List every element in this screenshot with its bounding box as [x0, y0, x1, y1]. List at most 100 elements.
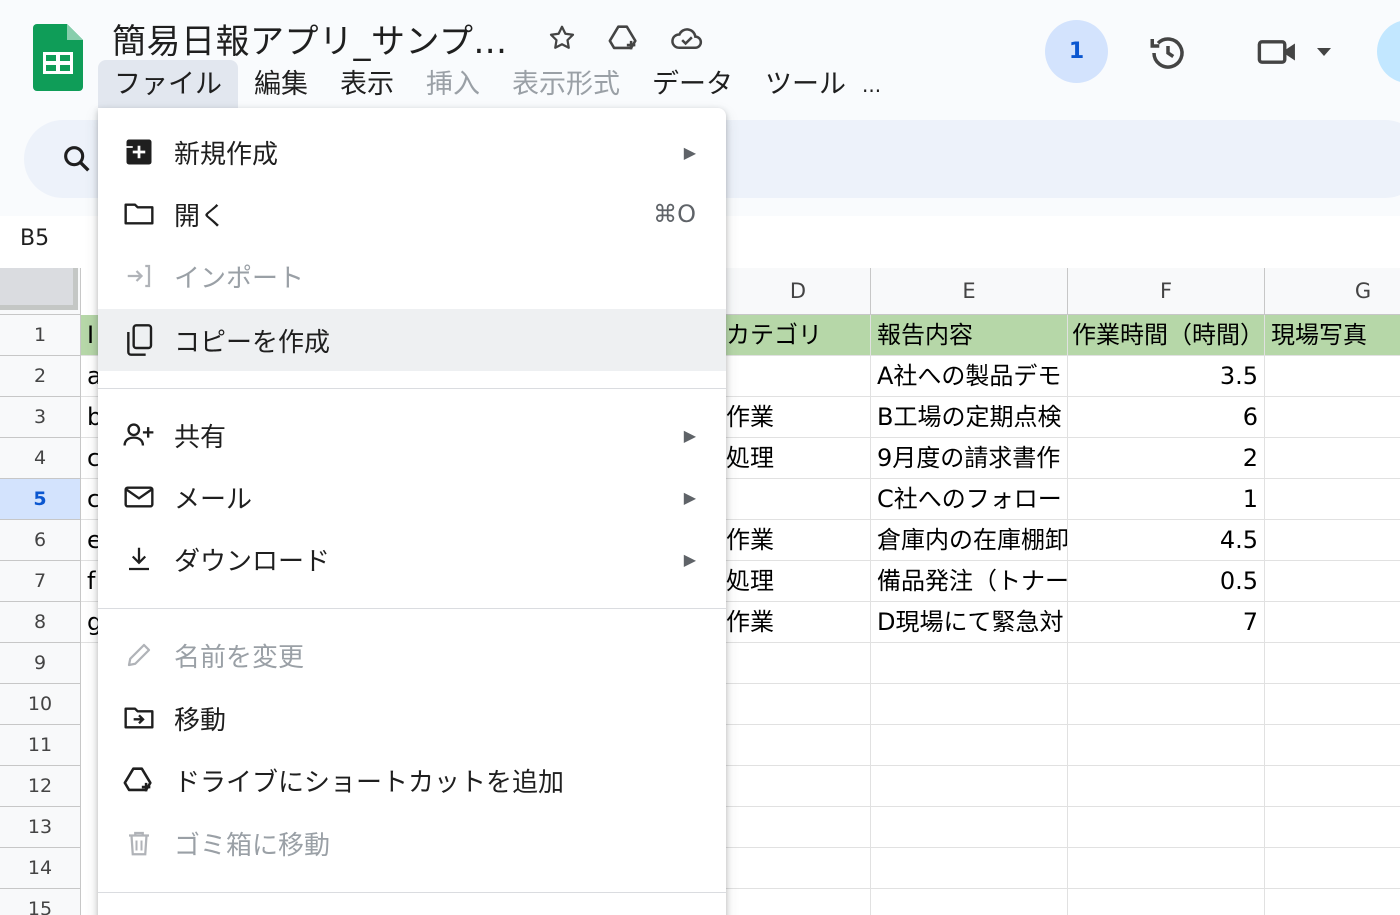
empty-cell[interactable] [871, 766, 1068, 807]
share-button[interactable] [1377, 20, 1400, 83]
row-header[interactable]: 2 [0, 356, 81, 397]
menu-view[interactable]: 表示 [324, 60, 410, 110]
row-header[interactable]: 12 [0, 766, 81, 807]
row-header[interactable]: 1 [0, 315, 81, 356]
menu-more[interactable]: ... [862, 60, 897, 110]
column-header-e[interactable]: E [871, 268, 1068, 315]
version-history-icon[interactable] [1145, 30, 1191, 76]
cell-d8[interactable]: 作業 [726, 602, 871, 643]
row-header[interactable]: 11 [0, 725, 81, 766]
empty-cell[interactable] [1068, 684, 1265, 725]
menu-item-new[interactable]: 新規作成 ▶ [98, 121, 726, 183]
cell-g5[interactable] [1265, 479, 1400, 520]
document-title[interactable]: 簡易日報アプリ_サンプ... [112, 14, 507, 63]
empty-cell[interactable] [726, 848, 871, 889]
row-header[interactable]: 7 [0, 561, 81, 602]
meet-video-icon[interactable] [1255, 32, 1301, 72]
cell-d1[interactable]: カテゴリ [726, 315, 871, 356]
empty-cell[interactable] [1265, 889, 1400, 915]
empty-cell[interactable] [726, 725, 871, 766]
row-header[interactable]: 3 [0, 397, 81, 438]
chevron-down-icon[interactable] [1312, 40, 1336, 64]
row-header[interactable]: 13 [0, 807, 81, 848]
empty-cell[interactable] [1265, 725, 1400, 766]
empty-cell[interactable] [726, 889, 871, 915]
menu-item-import[interactable]: インポート [98, 245, 726, 307]
menu-data[interactable]: データ [636, 60, 749, 110]
cell-g6[interactable] [1265, 520, 1400, 561]
empty-cell[interactable] [1265, 807, 1400, 848]
column-header-f[interactable]: F [1068, 268, 1265, 315]
cell-f7[interactable]: 0.5 [1068, 561, 1265, 602]
column-header-g[interactable]: G [1265, 268, 1400, 315]
menu-item-email[interactable]: メール ▶ [98, 466, 726, 528]
cell-e8[interactable]: D現場にて緊急対 [871, 602, 1068, 643]
cell-g4[interactable] [1265, 438, 1400, 479]
empty-cell[interactable] [1265, 766, 1400, 807]
cell-f1[interactable]: 作業時間（時間） [1068, 315, 1265, 356]
cell-g2[interactable] [1265, 356, 1400, 397]
move-to-drive-icon[interactable] [606, 20, 642, 56]
cell-e3[interactable]: B工場の定期点検 [871, 397, 1068, 438]
cell-d7[interactable]: 処理 [726, 561, 871, 602]
menu-item-rename[interactable]: 名前を変更 [98, 624, 726, 686]
row-header[interactable]: 6 [0, 520, 81, 561]
menu-item-add-shortcut[interactable]: ドライブにショートカットを追加 [98, 749, 726, 811]
empty-cell[interactable] [871, 807, 1068, 848]
collaborator-avatar[interactable]: 1 [1045, 20, 1108, 83]
empty-cell[interactable] [1265, 684, 1400, 725]
cell-d2[interactable] [726, 356, 871, 397]
cell-f3[interactable]: 6 [1068, 397, 1265, 438]
cloud-saved-icon[interactable] [669, 20, 705, 56]
menu-format[interactable]: 表示形式 [496, 60, 636, 110]
cell-f5[interactable]: 1 [1068, 479, 1265, 520]
cell-e6[interactable]: 倉庫内の在庫棚卸 [871, 520, 1068, 561]
menu-file[interactable]: ファイル [98, 60, 238, 110]
cell-e2[interactable]: A社への製品デモ [871, 356, 1068, 397]
menu-item-move[interactable]: 移動 [98, 687, 726, 749]
row-header[interactable]: 15 [0, 889, 81, 915]
menu-item-share[interactable]: 共有 ▶ [98, 404, 726, 466]
row-header[interactable]: 4 [0, 438, 81, 479]
cell-f4[interactable]: 2 [1068, 438, 1265, 479]
cell-f6[interactable]: 4.5 [1068, 520, 1265, 561]
sheets-logo-icon[interactable] [33, 24, 83, 91]
menu-item-open[interactable]: 開く ⌘O [98, 183, 726, 245]
row-header[interactable]: 14 [0, 848, 81, 889]
menu-item-download[interactable]: ダウンロード ▶ [98, 528, 726, 590]
cell-d5[interactable] [726, 479, 871, 520]
menu-item-trash[interactable]: ゴミ箱に移動 [98, 812, 726, 874]
empty-cell[interactable] [726, 643, 871, 684]
empty-cell[interactable] [726, 766, 871, 807]
cell-f2[interactable]: 3.5 [1068, 356, 1265, 397]
menu-tools[interactable]: ツール [749, 60, 862, 110]
cell-e5[interactable]: C社へのフォロー [871, 479, 1068, 520]
menu-item-make-copy[interactable]: コピーを作成 [98, 309, 726, 371]
cell-g7[interactable] [1265, 561, 1400, 602]
row-header[interactable]: 8 [0, 602, 81, 643]
search-icon[interactable] [60, 142, 94, 176]
row-header[interactable]: 9 [0, 643, 81, 684]
empty-cell[interactable] [1265, 848, 1400, 889]
select-all-corner[interactable] [0, 268, 81, 315]
row-header-selected[interactable]: 5 [0, 479, 81, 520]
empty-cell[interactable] [1265, 643, 1400, 684]
menu-insert[interactable]: 挿入 [410, 60, 496, 110]
empty-cell[interactable] [1068, 807, 1265, 848]
empty-cell[interactable] [726, 684, 871, 725]
empty-cell[interactable] [871, 725, 1068, 766]
cell-g1[interactable]: 現場写真 [1265, 315, 1400, 356]
empty-cell[interactable] [1068, 766, 1265, 807]
cell-d3[interactable]: 作業 [726, 397, 871, 438]
column-header-d[interactable]: D [726, 268, 871, 315]
menu-edit[interactable]: 編集 [238, 60, 324, 110]
empty-cell[interactable] [1068, 889, 1265, 915]
cell-e7[interactable]: 備品発注（トナー [871, 561, 1068, 602]
cell-f8[interactable]: 7 [1068, 602, 1265, 643]
cell-g3[interactable] [1265, 397, 1400, 438]
cell-g8[interactable] [1265, 602, 1400, 643]
name-box[interactable]: B5 [20, 226, 49, 251]
empty-cell[interactable] [726, 807, 871, 848]
empty-cell[interactable] [871, 684, 1068, 725]
row-header[interactable]: 10 [0, 684, 81, 725]
